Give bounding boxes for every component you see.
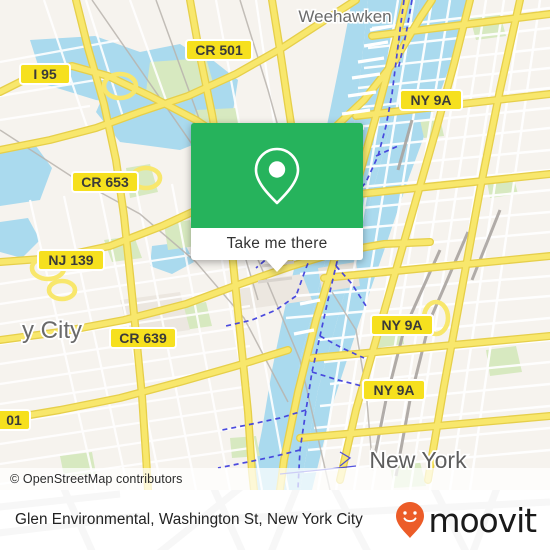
road-shield-cr501: CR 501 [185, 39, 253, 61]
footer-bar: Glen Environmental, Washington St, New Y… [0, 490, 550, 550]
svg-text:NY 9A: NY 9A [382, 317, 423, 333]
road-shield-ny9a-north: NY 9A [399, 89, 463, 111]
moovit-wordmark: moovit [428, 500, 537, 540]
osm-attribution: © OpenStreetMap contributors [0, 468, 550, 490]
road-shield-cr653: CR 653 [71, 171, 139, 193]
svg-text:CR 501: CR 501 [195, 42, 243, 58]
take-me-there-button[interactable]: Take me there [227, 235, 328, 253]
svg-text:I 95: I 95 [33, 66, 57, 82]
road-shield-ny9a-south: NY 9A [362, 379, 426, 401]
svg-text:NY 9A: NY 9A [411, 92, 452, 108]
road-shield-ny9a-mid: NY 9A [370, 314, 434, 336]
place-label-jersey-city: y City [22, 317, 82, 344]
popup-action-area[interactable]: Take me there [191, 228, 363, 260]
popup-icon-area [191, 123, 363, 228]
svg-text:CR 653: CR 653 [81, 174, 129, 190]
svg-text:CR 639: CR 639 [119, 330, 167, 346]
road-shield-i95: I 95 [19, 63, 71, 85]
osm-attribution-text: © OpenStreetMap contributors [10, 472, 183, 486]
road-shield-nj139: NJ 139 [37, 249, 105, 271]
moovit-smiley-pin-icon [396, 502, 425, 538]
location-caption: Glen Environmental, Washington St, New Y… [15, 511, 363, 528]
svg-text:NY 9A: NY 9A [374, 382, 415, 398]
moovit-logo[interactable]: moovit [395, 500, 537, 540]
svg-text:NJ 139: NJ 139 [48, 252, 93, 268]
road-shield-cr639: CR 639 [109, 327, 177, 349]
place-label-weehawken: Weehawken [298, 7, 391, 26]
location-popup-card[interactable]: Take me there [191, 123, 363, 272]
svg-text:01: 01 [6, 412, 22, 428]
popup-pointer [266, 260, 288, 272]
map-screenshot: Weehawken y City New York I 95 CR 501 CR… [0, 0, 550, 550]
map-pin-icon [254, 147, 300, 204]
road-shield-clipped: 01 [0, 409, 31, 431]
